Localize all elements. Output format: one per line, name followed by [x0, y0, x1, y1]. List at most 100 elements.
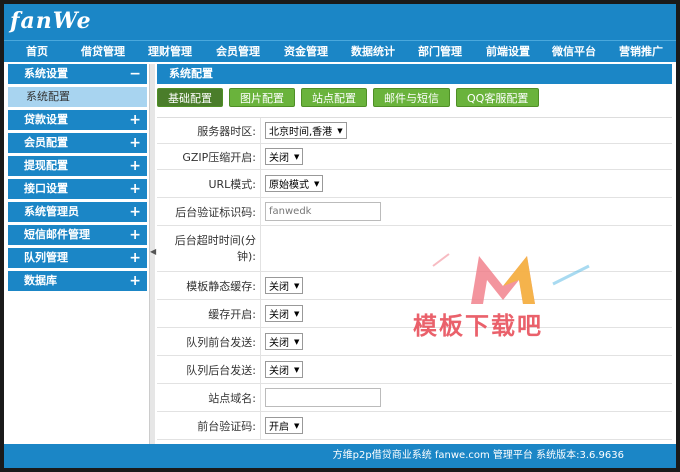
- expand-plus-icon[interactable]: +: [129, 156, 141, 176]
- expand-plus-icon[interactable]: +: [129, 248, 141, 268]
- dropdown-caret-icon: ▼: [294, 281, 300, 290]
- text-input[interactable]: fanwedk: [265, 202, 381, 221]
- expand-plus-icon[interactable]: +: [129, 271, 141, 291]
- nav-item[interactable]: 营销推广: [606, 41, 676, 63]
- nav-item[interactable]: 借贷管理: [70, 41, 136, 63]
- sidebar-item-label: 系统配置: [26, 90, 70, 103]
- select-dropdown[interactable]: 关闭 ▼: [265, 361, 304, 378]
- select-value: 关闭: [269, 366, 289, 377]
- select-value: 原始模式: [269, 180, 309, 191]
- dropdown-caret-icon: ▼: [294, 309, 300, 318]
- nav-item[interactable]: 部门管理: [406, 41, 474, 63]
- select-dropdown[interactable]: 关闭 ▼: [265, 305, 304, 322]
- collapse-minus-icon[interactable]: −: [129, 64, 141, 84]
- select-dropdown[interactable]: 关闭 ▼: [265, 277, 304, 294]
- select-dropdown[interactable]: 关闭 ▼: [265, 148, 304, 165]
- nav-item[interactable]: 资金管理: [272, 41, 340, 63]
- field-label: 后台验证标识码:: [157, 198, 261, 225]
- sidebar-item-label: 短信邮件管理: [24, 228, 90, 241]
- form-row: URL模式: 原始模式 ▼: [157, 170, 672, 198]
- select-value: 开启: [269, 422, 289, 433]
- nav-item[interactable]: 首页: [4, 41, 70, 63]
- config-tab[interactable]: QQ客服配置: [456, 88, 540, 107]
- select-value: 北京时间,香港: [269, 127, 333, 138]
- field-label: 前台验证码:: [157, 412, 261, 439]
- sidebar-item-label: 贷款设置: [24, 113, 68, 126]
- field-cell: 关闭 ▼: [261, 300, 672, 327]
- field-label: 服务器时区:: [157, 118, 261, 143]
- config-tab[interactable]: 图片配置: [229, 88, 295, 107]
- sidebar-item-label: 提现配置: [24, 159, 68, 172]
- main-nav: 首页 借贷管理 理财管理 会员管理 资金管理 数据统计 部门管理 前端设置 微信平台 营销推广: [4, 40, 676, 62]
- field-cell: 北京时间,香港 ▼: [261, 118, 672, 143]
- sidebar-item-label: 系统管理员: [24, 205, 79, 218]
- form-row: 模板静态缓存: 关闭 ▼: [157, 272, 672, 300]
- nav-item[interactable]: 理财管理: [136, 41, 204, 63]
- field-cell: 关闭 ▼: [261, 272, 672, 299]
- nav-item[interactable]: 微信平台: [542, 41, 606, 63]
- config-tab[interactable]: 基础配置: [157, 88, 223, 107]
- dropdown-caret-icon: ▼: [294, 337, 300, 346]
- text-input[interactable]: [265, 388, 381, 407]
- expand-plus-icon[interactable]: +: [129, 179, 141, 199]
- sidebar-group[interactable]: 数据库 +: [8, 271, 147, 291]
- form-row: 缓存开启: 关闭 ▼: [157, 300, 672, 328]
- field-label: URL模式:: [157, 170, 261, 197]
- sidebar-group[interactable]: 系统管理员 +: [8, 202, 147, 222]
- form-row: GZIP压缩开启: 关闭 ▼: [157, 144, 672, 170]
- sidebar-group[interactable]: 接口设置 +: [8, 179, 147, 199]
- sidebar-group[interactable]: 会员配置 +: [8, 133, 147, 153]
- sidebar-item[interactable]: 系统配置: [8, 87, 147, 107]
- sidebar-group[interactable]: 系统设置 −: [8, 64, 147, 84]
- select-dropdown[interactable]: 原始模式 ▼: [265, 175, 324, 192]
- nav-item[interactable]: 前端设置: [474, 41, 542, 63]
- select-value: 关闭: [269, 282, 289, 293]
- select-dropdown[interactable]: 北京时间,香港 ▼: [265, 122, 347, 139]
- form-row: 后台超时时间(分钟):: [157, 226, 672, 272]
- field-cell: 关闭 ▼: [261, 328, 672, 355]
- sidebar-splitter[interactable]: ◀: [149, 64, 156, 444]
- sidebar-item-label: 会员配置: [24, 136, 68, 149]
- sidebar-group[interactable]: 短信邮件管理 +: [8, 225, 147, 245]
- sidebar-group[interactable]: 贷款设置 +: [8, 110, 147, 130]
- field-cell: 关闭 ▼: [261, 144, 672, 169]
- nav-item[interactable]: 数据统计: [340, 41, 406, 63]
- form-row: 队列前台发送: 关闭 ▼: [157, 328, 672, 356]
- field-cell: 开启 ▼: [261, 412, 672, 439]
- select-value: 关闭: [269, 338, 289, 349]
- sidebar-item-label: 数据库: [24, 274, 57, 287]
- select-dropdown[interactable]: 关闭 ▼: [265, 333, 304, 350]
- sidebar-item-label: 接口设置: [24, 182, 68, 195]
- sidebar-group[interactable]: 队列管理 +: [8, 248, 147, 268]
- config-tab[interactable]: 邮件与短信: [373, 88, 450, 107]
- config-tab[interactable]: 站点配置: [301, 88, 367, 107]
- expand-plus-icon[interactable]: +: [129, 225, 141, 245]
- collapse-arrow-icon[interactable]: ◀: [150, 247, 156, 256]
- dropdown-caret-icon: ▼: [294, 152, 300, 161]
- select-dropdown[interactable]: 开启 ▼: [265, 417, 304, 434]
- select-value: 关闭: [269, 153, 289, 164]
- field-cell: [261, 384, 672, 411]
- field-label: 站点域名:: [157, 384, 261, 411]
- field-cell: fanwedk: [261, 198, 672, 225]
- expand-plus-icon[interactable]: +: [129, 133, 141, 153]
- field-cell: 关闭 ▼: [261, 356, 672, 383]
- config-tabs: 基础配置 图片配置 站点配置 邮件与短信 QQ客服配置: [157, 84, 672, 110]
- sidebar: 系统设置 − 系统配置 贷款设置 + 会员配置 + 提现配置 + 接口设置 + 系统管理员 + 短信邮件管…: [8, 64, 147, 444]
- expand-plus-icon[interactable]: +: [129, 202, 141, 222]
- select-value: 关闭: [269, 310, 289, 321]
- nav-item[interactable]: 会员管理: [204, 41, 272, 63]
- dropdown-caret-icon: ▼: [337, 126, 343, 135]
- expand-plus-icon[interactable]: +: [129, 110, 141, 130]
- footer: 方维p2p借贷商业系统 fanwe.com 管理平台 系统版本:3.6.9636: [4, 444, 676, 468]
- field-label: 队列前台发送:: [157, 328, 261, 355]
- sidebar-group[interactable]: 提现配置 +: [8, 156, 147, 176]
- field-cell: [261, 226, 672, 271]
- field-label: 后台超时时间(分钟):: [157, 226, 261, 271]
- logo: fanWe: [10, 8, 92, 34]
- field-label: GZIP压缩开启:: [157, 144, 261, 169]
- app-frame: fanWe 首页 借贷管理 理财管理 会员管理 资金管理 数据统计 部门管理 前端设置 微信平台…: [4, 4, 676, 468]
- field-label: 模板静态缓存:: [157, 272, 261, 299]
- dropdown-caret-icon: ▼: [294, 365, 300, 374]
- form-row: 后台验证标识码: fanwedk: [157, 198, 672, 226]
